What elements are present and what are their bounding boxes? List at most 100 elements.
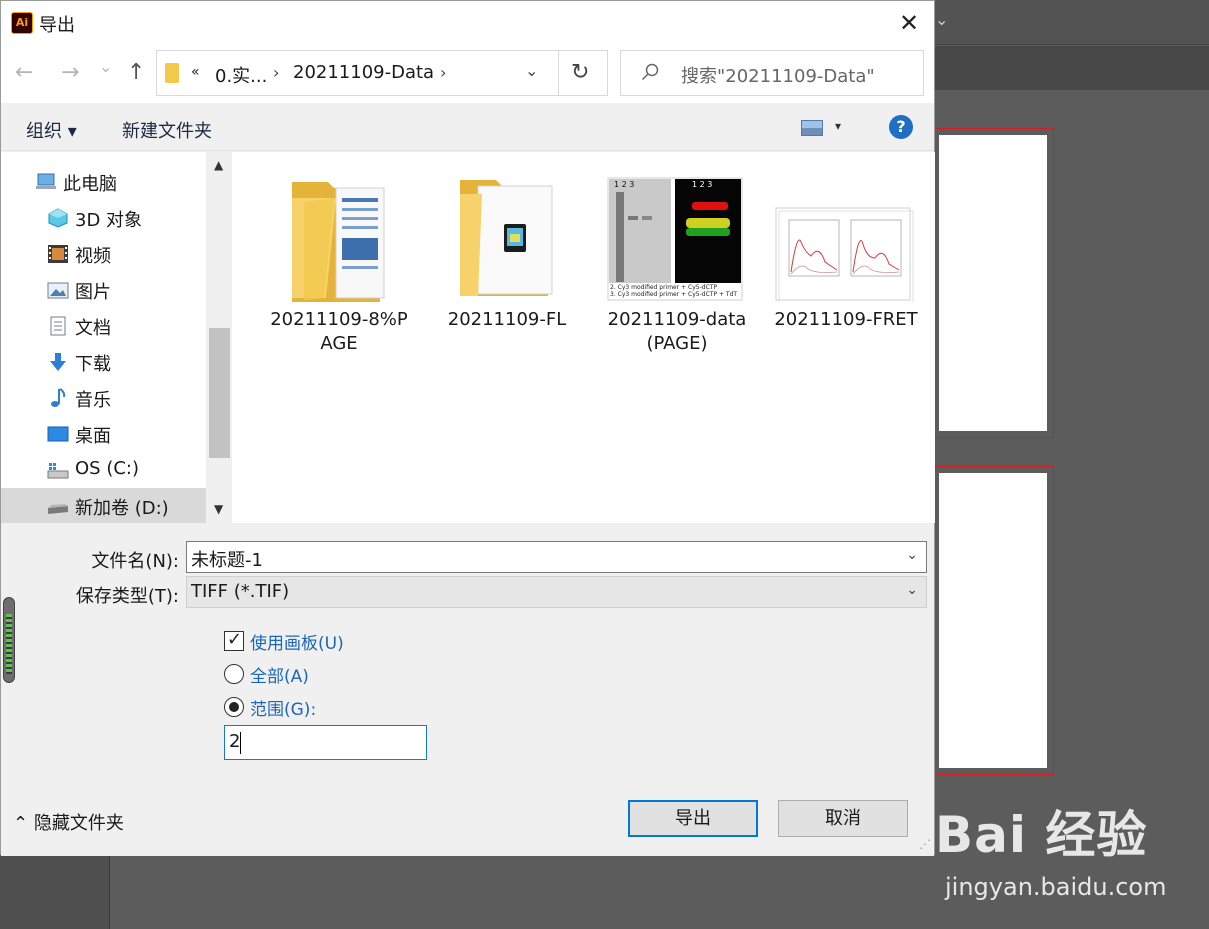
back-arrow-icon[interactable]: ← xyxy=(15,60,33,85)
sidebar-item-downloads[interactable]: 下载 xyxy=(1,344,206,380)
breadcrumb-current[interactable]: 20211109-Data xyxy=(293,62,434,83)
cancel-button[interactable]: 取消 xyxy=(778,800,908,837)
text-caret xyxy=(240,732,241,754)
sidebar-item-pictures[interactable]: 图片 xyxy=(1,272,206,308)
baidu-watermark: Bai 经验 jingyan.baidu.com xyxy=(925,795,1209,929)
range-label[interactable]: 范围(G): xyxy=(250,695,316,720)
drive-d-icon xyxy=(48,504,68,514)
artboard-2[interactable] xyxy=(932,466,1054,775)
filename-input[interactable]: 未标题-1 ⌄ xyxy=(186,541,927,573)
drive-c-icon xyxy=(47,463,69,479)
file-item-folder-fl[interactable]: 20211109-FL xyxy=(432,172,582,332)
gel-lane-labels-right: 1 2 3 xyxy=(692,180,713,189)
breadcrumb-sep-icon[interactable]: › xyxy=(273,63,279,82)
checkbox-box[interactable]: ✓ xyxy=(224,629,244,651)
navigation-bar: ← → ⌄ ↑ « 0.实... › 20211109-Data › ⌄ ↻ 搜… xyxy=(1,45,934,103)
refresh-icon[interactable]: ↻ xyxy=(571,60,589,85)
change-view-icon[interactable] xyxy=(801,120,823,136)
address-bar[interactable]: « 0.实... › 20211109-Data › ⌄ ↻ xyxy=(156,50,608,96)
search-box[interactable]: 搜索"20211109-Data" xyxy=(620,50,924,96)
address-dropdown-icon[interactable]: ⌄ xyxy=(525,61,538,80)
sidebar-item-label: 音乐 xyxy=(75,390,111,411)
file-name: 20211109-data (PAGE) xyxy=(607,309,747,354)
dialog-title: 导出 xyxy=(39,15,75,36)
file-item-fret[interactable]: 20211109-FRET xyxy=(771,172,921,332)
sidebar-item-music[interactable]: 音乐 xyxy=(1,380,206,416)
all-label[interactable]: 全部(A) xyxy=(250,662,309,687)
radio-button-selected[interactable] xyxy=(224,697,244,717)
close-icon: ✕ xyxy=(898,9,920,37)
dialog-titlebar: Ai 导出 ✕ xyxy=(1,1,934,45)
search-placeholder: 搜索"20211109-Data" xyxy=(681,66,875,87)
scroll-down-icon[interactable]: ▼ xyxy=(214,502,223,516)
sidebar-item-label: 文档 xyxy=(75,318,111,339)
sidebar-item-this-pc[interactable]: 此电脑 xyxy=(1,164,206,200)
command-bar: 组织 ▾ 新建文件夹 ▾ xyxy=(1,103,934,151)
sidebar-item-drive-d[interactable]: 新加卷 (D:) xyxy=(1,488,206,523)
file-name: 20211109-8%P AGE xyxy=(270,309,408,354)
new-folder-button[interactable]: 新建文件夹 xyxy=(122,117,212,143)
sidebar-item-label: 桌面 xyxy=(75,426,111,447)
document-tab-bar xyxy=(935,46,1209,90)
audio-level-meter xyxy=(3,597,15,683)
organize-button[interactable]: 组织 ▾ xyxy=(26,117,77,143)
file-name: 20211109-FL xyxy=(447,309,567,330)
file-list: 20211109-8%P AGE 20211109-FL 1 2 3 1 2 3… xyxy=(232,152,935,523)
sidebar-item-label: OS (C:) xyxy=(75,458,139,479)
address-divider xyxy=(558,51,559,95)
help-icon[interactable]: ? xyxy=(889,115,913,139)
sidebar-item-desktop[interactable]: 桌面 xyxy=(1,416,206,452)
resize-grip-icon[interactable]: ⋰ xyxy=(919,837,931,851)
chevron-up-icon: ⌃ xyxy=(13,813,29,834)
tools-panel-strip xyxy=(0,855,110,929)
chevron-down-icon[interactable]: ⌄ xyxy=(906,547,918,563)
chevron-down-icon[interactable]: ⌄ xyxy=(906,582,918,598)
view-options-dropdown-icon[interactable]: ▾ xyxy=(835,119,841,133)
file-item-data-page[interactable]: 1 2 3 1 2 3 2. Cy3 modified primer + Cy5… xyxy=(602,172,752,356)
sidebar-item-documents[interactable]: 文档 xyxy=(1,308,206,344)
sidebar-item-label: 新加卷 (D:) xyxy=(75,498,169,519)
video-icon xyxy=(48,245,68,263)
breadcrumb-parent[interactable]: 0.实... xyxy=(215,62,267,88)
gel-image-thumbnail: 1 2 3 1 2 3 2. Cy3 modified primer + Cy5… xyxy=(602,172,752,302)
recent-locations-icon[interactable]: ⌄ xyxy=(99,57,112,76)
use-artboards-label[interactable]: 使用画板(U) xyxy=(250,629,344,654)
filetype-value: TIFF (*.TIF) xyxy=(191,581,290,602)
navigation-pane: 此电脑 3D 对象 视频 图片 文档 下载 音乐 桌面 OS (C:) 新加卷 … xyxy=(1,152,232,523)
scrollbar-thumb[interactable] xyxy=(209,328,230,458)
filetype-label: 保存类型(T): xyxy=(75,586,179,607)
app-topbar: ⌄ xyxy=(935,0,1209,45)
scroll-up-icon[interactable]: ▲ xyxy=(214,158,223,172)
search-icon xyxy=(641,63,659,81)
sidebar-item-label: 下载 xyxy=(75,354,111,375)
illustrator-app-icon: Ai xyxy=(11,12,33,34)
navigation-pane-scrollbar[interactable]: ▲ ▼ xyxy=(206,152,232,523)
music-icon xyxy=(51,388,66,407)
close-button[interactable]: ✕ xyxy=(892,7,926,39)
export-button[interactable]: 导出 xyxy=(628,800,758,837)
sidebar-item-videos[interactable]: 视频 xyxy=(1,236,206,272)
folder-icon xyxy=(165,63,179,83)
checkmark-icon: ✓ xyxy=(227,629,243,650)
filename-value: 未标题-1 xyxy=(191,550,263,571)
breadcrumb-sep-icon[interactable]: › xyxy=(440,63,446,82)
folder-with-app-icon xyxy=(432,172,582,302)
up-arrow-icon[interactable]: ↑ xyxy=(127,60,145,85)
artboard-1[interactable] xyxy=(932,128,1054,438)
folder-with-documents-icon xyxy=(264,172,414,302)
radio-button[interactable] xyxy=(224,664,244,684)
sidebar-item-drive-c[interactable]: OS (C:) xyxy=(1,452,206,488)
sidebar-item-label: 图片 xyxy=(75,282,111,303)
file-item-folder-8pct-page[interactable]: 20211109-8%P AGE xyxy=(264,172,414,356)
range-value: 2 xyxy=(229,731,241,752)
desktop-icon xyxy=(47,426,69,442)
3d-objects-icon xyxy=(48,208,68,228)
sidebar-item-3d-objects[interactable]: 3D 对象 xyxy=(1,200,206,236)
range-input[interactable]: 2 xyxy=(224,725,427,760)
hide-folders-toggle[interactable]: ⌃ 隐藏文件夹 xyxy=(13,809,124,835)
breadcrumb-overflow[interactable]: « xyxy=(191,64,200,80)
filetype-select[interactable]: TIFF (*.TIF) ⌄ xyxy=(186,576,927,608)
hide-folders-label: 隐藏文件夹 xyxy=(33,813,124,834)
topbar-chevron-icon[interactable]: ⌄ xyxy=(935,10,948,29)
forward-arrow-icon[interactable]: → xyxy=(61,60,79,85)
